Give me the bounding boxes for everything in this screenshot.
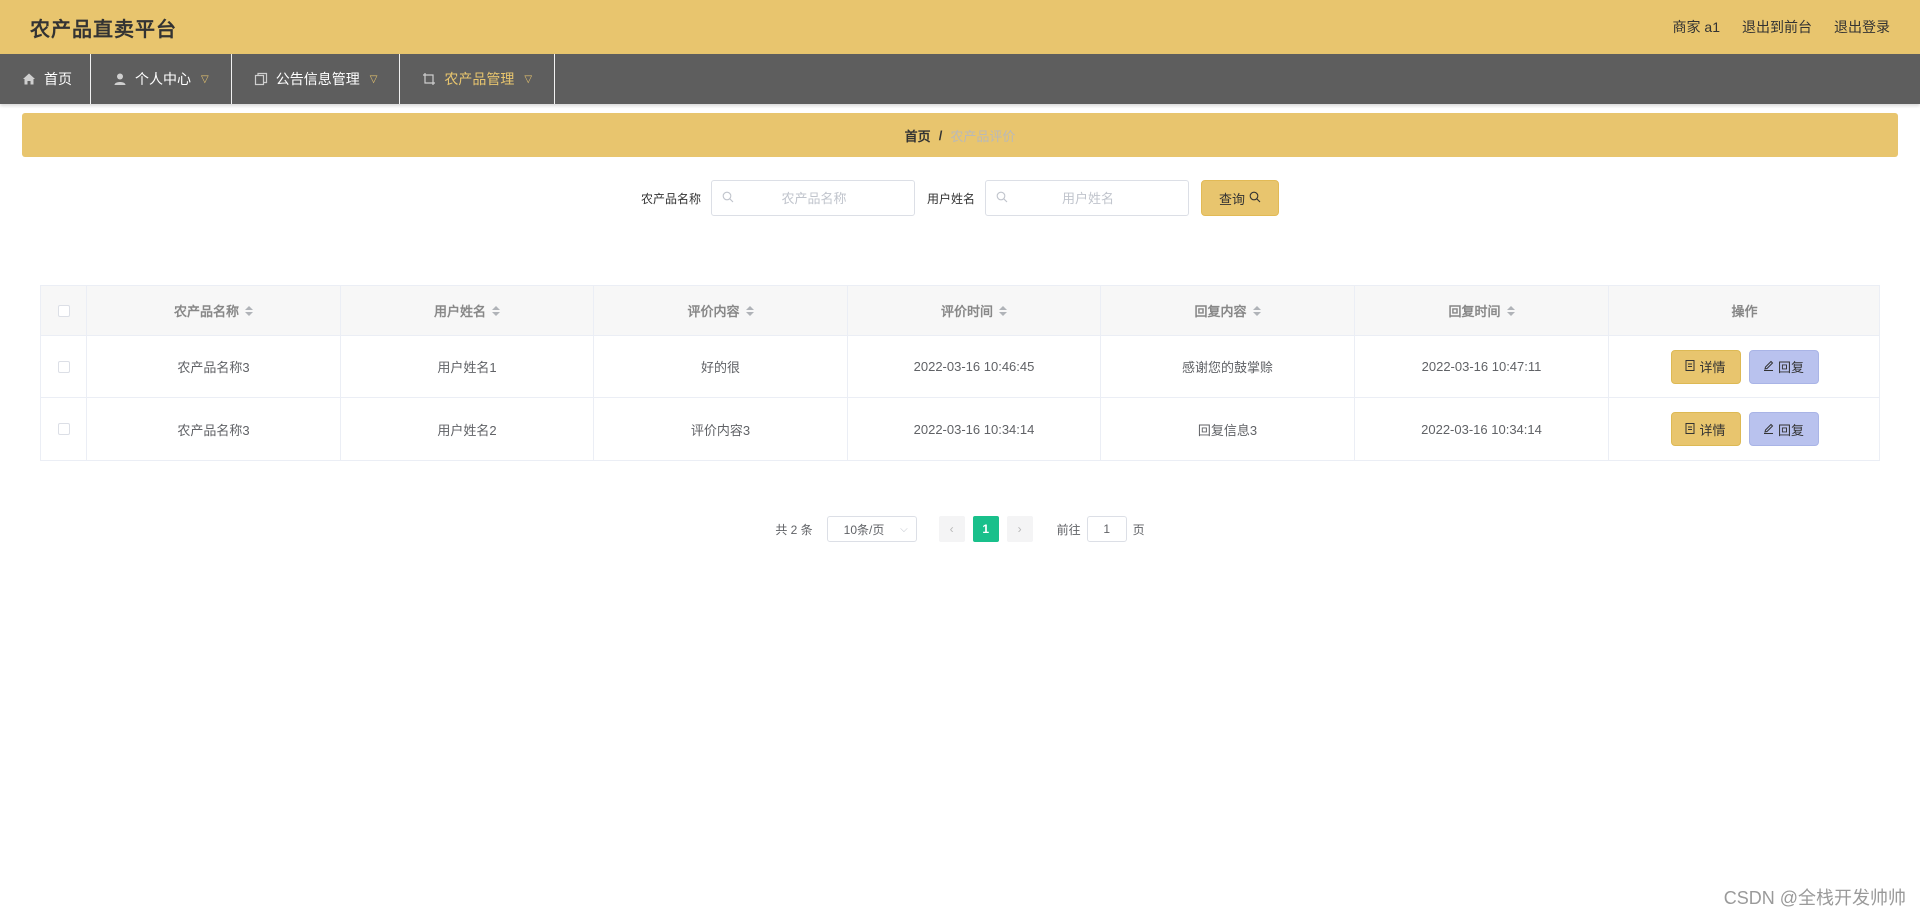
column-header-product[interactable]: 农产品名称 [87, 286, 341, 335]
user-name-input[interactable] [1008, 190, 1169, 206]
breadcrumb-current: 农产品评价 [950, 128, 1016, 144]
cell-reply-time: 2022-03-16 10:34:14 [1355, 398, 1609, 460]
nav-item-home[interactable]: 首页 [0, 54, 91, 104]
nav-item-label: 农产品管理 [444, 71, 515, 87]
nav-item-personal-center[interactable]: 个人中心 ▽ [91, 54, 232, 104]
breadcrumb-separator: / [938, 127, 943, 143]
cell-content: 好的很 [594, 336, 848, 397]
table-row: 农产品名称3 用户姓名2 评价内容3 2022-03-16 10:34:14 回… [41, 398, 1879, 460]
edit-icon [1763, 422, 1774, 437]
column-header-time[interactable]: 评价时间 [848, 286, 1101, 335]
goto-page-input[interactable] [1086, 516, 1127, 542]
cell-product: 农产品名称3 [87, 336, 341, 397]
page-size-select[interactable]: 10条/页 ⌵ [826, 516, 917, 542]
search-bar: 农产品名称 用户姓名 查询 [22, 157, 1898, 216]
query-button-label: 查询 [1219, 191, 1246, 207]
nav-item-label: 公告信息管理 [275, 71, 360, 87]
chevron-right-icon: › [1017, 522, 1022, 536]
chevron-down-icon: ▽ [524, 73, 533, 85]
reply-button[interactable]: 回复 [1748, 412, 1819, 446]
chevron-down-icon: ▽ [201, 73, 209, 85]
cell-user: 用户姓名2 [341, 398, 594, 460]
nav-item-product-management[interactable]: 农产品管理 ▽ [400, 54, 556, 104]
column-header-reply[interactable]: 回复内容 [1101, 286, 1355, 335]
search-icon [996, 191, 1008, 206]
row-checkbox-cell [41, 336, 87, 397]
sort-icon[interactable] [1252, 305, 1261, 316]
logout-link[interactable]: 退出登录 [1834, 17, 1890, 37]
sort-icon[interactable] [1506, 305, 1515, 316]
column-header-content[interactable]: 评价内容 [594, 286, 848, 335]
table-row: 农产品名称3 用户姓名1 好的很 2022-03-16 10:46:45 感谢您… [41, 336, 1879, 398]
watermark: CSDN @全栈开发帅帅 [1723, 888, 1906, 908]
current-user: 商家 a1 [1672, 19, 1720, 35]
row-checkbox-cell [41, 398, 87, 460]
exit-to-front-link[interactable]: 退出到前台 [1742, 17, 1812, 37]
prev-page-button[interactable]: ‹ [938, 516, 965, 542]
nav-item-label: 首页 [44, 71, 72, 87]
cell-actions: 详情 回复 [1609, 398, 1880, 460]
nav-item-notice-management[interactable]: 公告信息管理 ▽ [232, 54, 401, 104]
app-title: 农产品直卖平台 [30, 18, 177, 41]
sort-icon[interactable] [245, 305, 253, 316]
header-checkbox-cell [41, 286, 87, 335]
user-name-label: 用户姓名 [927, 191, 976, 206]
cell-reply: 回复信息3 [1101, 398, 1355, 460]
evaluation-table: 农产品名称 用户姓名 评价内容 评价时间 回复内容 回复时间 操作 农产品名称3… [40, 285, 1880, 461]
cell-time: 2022-03-16 10:34:14 [848, 398, 1101, 460]
copy-icon [254, 72, 268, 86]
cell-reply: 感谢您的鼓掌赊 [1101, 336, 1355, 397]
content-panel: 农产品名称 用户姓名 查询 农产品名称 用户姓名 评价内容 评价时间 [22, 157, 1898, 542]
pagination-total: 共 2 条 [775, 522, 813, 537]
pagination: 共 2 条 10条/页 ⌵ ‹ 1 › 前往 页 [22, 516, 1898, 542]
home-icon [22, 72, 36, 86]
main-nav: 首页 个人中心 ▽ 公告信息管理 ▽ 农产品管理 ▽ [0, 54, 1920, 104]
product-name-input[interactable] [734, 190, 894, 206]
sort-icon[interactable] [999, 305, 1007, 316]
cell-content: 评价内容3 [594, 398, 848, 460]
table-header: 农产品名称 用户姓名 评价内容 评价时间 回复内容 回复时间 操作 [41, 286, 1879, 336]
column-header-user[interactable]: 用户姓名 [341, 286, 594, 335]
goto-suffix: 页 [1132, 522, 1145, 537]
cell-time: 2022-03-16 10:46:45 [848, 336, 1101, 397]
detail-button[interactable]: 详情 [1670, 349, 1741, 384]
breadcrumb: 首页 / 农产品评价 [22, 113, 1898, 157]
product-name-label: 农产品名称 [640, 191, 701, 206]
product-name-field [711, 180, 915, 216]
query-button[interactable]: 查询 [1201, 180, 1280, 216]
sort-icon[interactable] [492, 305, 500, 316]
cell-actions: 详情 回复 [1609, 336, 1880, 397]
row-checkbox[interactable] [57, 360, 70, 373]
next-page-button[interactable]: › [1006, 516, 1033, 542]
cell-reply-time: 2022-03-16 10:47:11 [1355, 336, 1609, 397]
goto-page: 前往 页 [1057, 516, 1145, 542]
select-all-checkbox[interactable] [57, 304, 70, 317]
page-size-value: 10条/页 [843, 522, 885, 537]
user-icon [113, 72, 127, 86]
search-icon [722, 191, 734, 206]
nav-item-label: 个人中心 [135, 71, 191, 87]
user-name-field [985, 180, 1190, 216]
row-checkbox[interactable] [57, 423, 70, 435]
document-icon [1685, 422, 1695, 437]
edit-icon [1763, 359, 1774, 374]
chevron-down-icon: ▽ [369, 73, 378, 85]
page-number-current[interactable]: 1 [972, 516, 999, 542]
goto-prefix: 前往 [1056, 522, 1081, 537]
column-header-actions: 操作 [1731, 304, 1758, 319]
breadcrumb-home[interactable]: 首页 [905, 126, 931, 145]
reply-button[interactable]: 回复 [1748, 349, 1819, 384]
chevron-down-icon: ⌵ [900, 523, 908, 535]
column-header-reply-time[interactable]: 回复时间 [1355, 286, 1609, 335]
sort-icon[interactable] [745, 305, 754, 316]
cell-user: 用户姓名1 [341, 336, 594, 397]
header-actions: 商家 a1 退出到前台 退出登录 [1673, 17, 1890, 37]
chevron-left-icon: ‹ [949, 522, 954, 536]
cell-product: 农产品名称3 [87, 398, 341, 460]
document-icon [1685, 359, 1695, 374]
crop-icon [422, 72, 436, 86]
search-icon [1249, 191, 1261, 206]
detail-button[interactable]: 详情 [1670, 412, 1741, 446]
top-header: 农产品直卖平台 商家 a1 退出到前台 退出登录 [0, 0, 1920, 54]
